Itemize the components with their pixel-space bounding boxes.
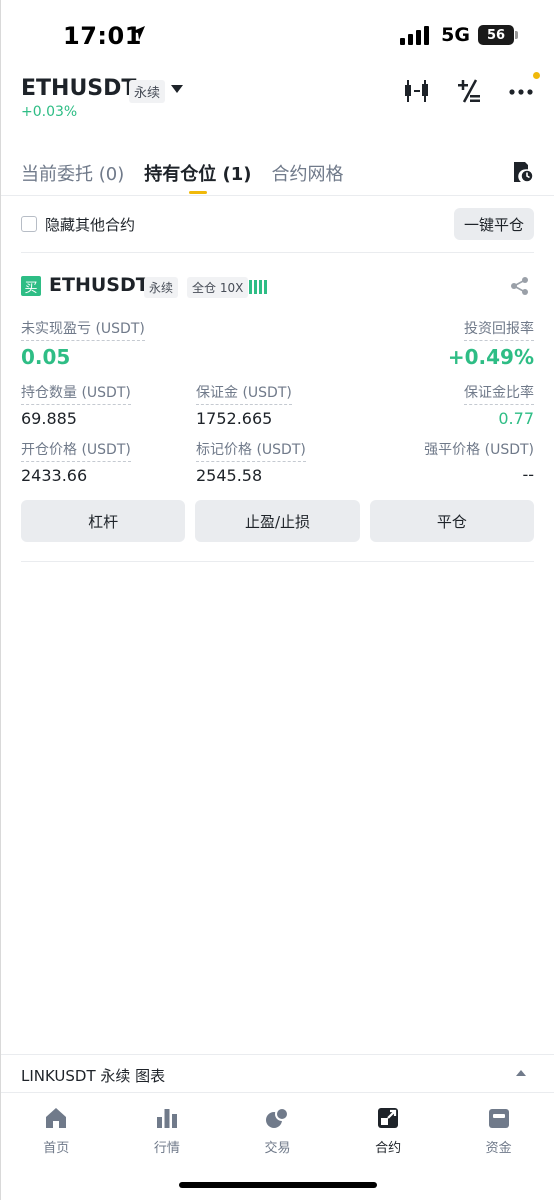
- order-history-icon[interactable]: [510, 160, 534, 184]
- contract-type-tag: 永续: [144, 277, 179, 298]
- position-card: 买 ETHUSDT 永续 全仓 10X 未实现盈亏 (USDT) 0.05 投资…: [21, 270, 534, 560]
- status-indicators: 5G 56: [400, 24, 518, 46]
- position-actions: 杠杆 止盈/止损 平仓: [21, 500, 534, 542]
- divider: [21, 252, 534, 253]
- wallet-icon: [488, 1109, 509, 1128]
- margin-ratio: 保证金比率 0.77: [464, 382, 534, 428]
- entry-price-label[interactable]: 开仓价格 (USDT): [21, 439, 131, 462]
- home-indicator[interactable]: [179, 1182, 377, 1188]
- entry-price: 开仓价格 (USDT) 2433.66: [21, 439, 131, 485]
- nav-trade-label: 交易: [264, 1141, 291, 1156]
- mark-price-label[interactable]: 标记价格 (USDT): [196, 439, 306, 462]
- mark-price: 标记价格 (USDT) 2545.58: [196, 439, 306, 485]
- leverage-button[interactable]: 杠杆: [21, 500, 186, 542]
- caret-down-icon[interactable]: [171, 85, 183, 93]
- symbol-selector[interactable]: ETHUSDT: [21, 76, 136, 101]
- futures-positions-screen: 17:01 5G 56 ETHUSDT 永续 +0.03% 当前委托 (0) 持…: [0, 0, 554, 1200]
- liquidation-price-label: 强平价格 (USDT): [424, 442, 534, 458]
- nav-wallet[interactable]: 资金: [443, 1093, 554, 1200]
- margin-ratio-value: 0.77: [498, 409, 534, 428]
- more-icon[interactable]: [508, 72, 540, 104]
- divider: [21, 561, 534, 562]
- position-size-label[interactable]: 持仓数量 (USDT): [21, 382, 131, 405]
- risk-level-icon: [249, 280, 267, 294]
- futures-icon: [378, 1108, 399, 1128]
- home-icon: [46, 1108, 67, 1128]
- markets-icon: [156, 1109, 177, 1128]
- position-size: 持仓数量 (USDT) 69.885: [21, 382, 131, 428]
- price-change: +0.03%: [21, 104, 78, 120]
- close-position-button[interactable]: 平仓: [369, 500, 534, 542]
- margin-mode-tag[interactable]: 全仓 10X: [187, 277, 249, 298]
- symbol-header: ETHUSDT 永续 +0.03%: [21, 72, 540, 124]
- unrealized-pnl-label[interactable]: 未实现盈亏 (USDT): [21, 318, 145, 341]
- position-card-header: 买 ETHUSDT 永续 全仓 10X: [21, 270, 534, 306]
- position-symbol[interactable]: ETHUSDT: [49, 274, 149, 296]
- status-bar: 17:01 5G 56: [1, 0, 554, 72]
- roi: 投资回报率 +0.49%: [448, 318, 534, 369]
- nav-markets-label: 行情: [153, 1141, 180, 1156]
- unrealized-pnl: 未实现盈亏 (USDT) 0.05: [21, 318, 145, 369]
- nav-futures-label: 合约: [375, 1141, 402, 1156]
- liquidation-price-value: --: [522, 465, 534, 484]
- signal-strength-icon: [400, 25, 430, 45]
- margin-value: 1752.665: [196, 409, 273, 428]
- divider: [1, 195, 554, 196]
- liquidation-price: 强平价格 (USDT) --: [424, 439, 534, 484]
- battery-level: 56: [486, 27, 506, 43]
- nav-wallet-label: 资金: [485, 1141, 512, 1156]
- caret-up-icon[interactable]: [516, 1070, 526, 1076]
- close-all-positions-button[interactable]: 一键平仓: [453, 208, 534, 240]
- hide-other-contracts-label[interactable]: 隐藏其他合约: [45, 214, 135, 235]
- roi-value: +0.49%: [447, 345, 534, 369]
- nav-home[interactable]: 首页: [1, 1093, 112, 1200]
- header-actions: [404, 72, 540, 104]
- network-type: 5G: [441, 24, 470, 46]
- side-badge: 买: [21, 276, 41, 296]
- margin-label[interactable]: 保证金 (USDT): [196, 382, 292, 405]
- margin-ratio-label[interactable]: 保证金比率: [464, 382, 534, 405]
- candlestick-chart-icon[interactable]: [404, 78, 430, 104]
- chart-drawer-label[interactable]: LINKUSDT 永续 图表: [21, 1065, 165, 1086]
- contract-type-tag: 永续: [129, 80, 166, 103]
- trade-icon: [266, 1107, 290, 1128]
- notification-dot: [533, 72, 540, 79]
- roi-label[interactable]: 投资回报率: [464, 318, 534, 341]
- tab-positions[interactable]: 持有仓位 (1): [144, 150, 251, 194]
- order-tabs: 当前委托 (0) 持有仓位 (1) 合约网格: [21, 150, 534, 194]
- position-size-value: 69.885: [21, 409, 77, 428]
- battery-icon: 56: [478, 25, 518, 45]
- hide-other-contracts-checkbox[interactable]: [21, 216, 37, 232]
- calculator-icon[interactable]: [456, 78, 482, 104]
- tp-sl-button[interactable]: 止盈/止损: [195, 500, 360, 542]
- share-icon[interactable]: [510, 276, 530, 296]
- position-filter-row: 隐藏其他合约 一键平仓: [21, 208, 534, 240]
- chart-drawer-bar[interactable]: LINKUSDT 永续 图表: [1, 1054, 554, 1092]
- margin: 保证金 (USDT) 1752.665: [196, 382, 292, 428]
- nav-home-label: 首页: [43, 1141, 70, 1156]
- unrealized-pnl-value: 0.05: [21, 345, 71, 369]
- tab-open-orders[interactable]: 当前委托 (0): [21, 150, 124, 194]
- entry-price-value: 2433.66: [21, 466, 88, 485]
- mark-price-value: 2545.58: [196, 466, 263, 485]
- location-arrow-icon: [129, 24, 147, 46]
- tab-futures-grid[interactable]: 合约网格: [271, 150, 343, 194]
